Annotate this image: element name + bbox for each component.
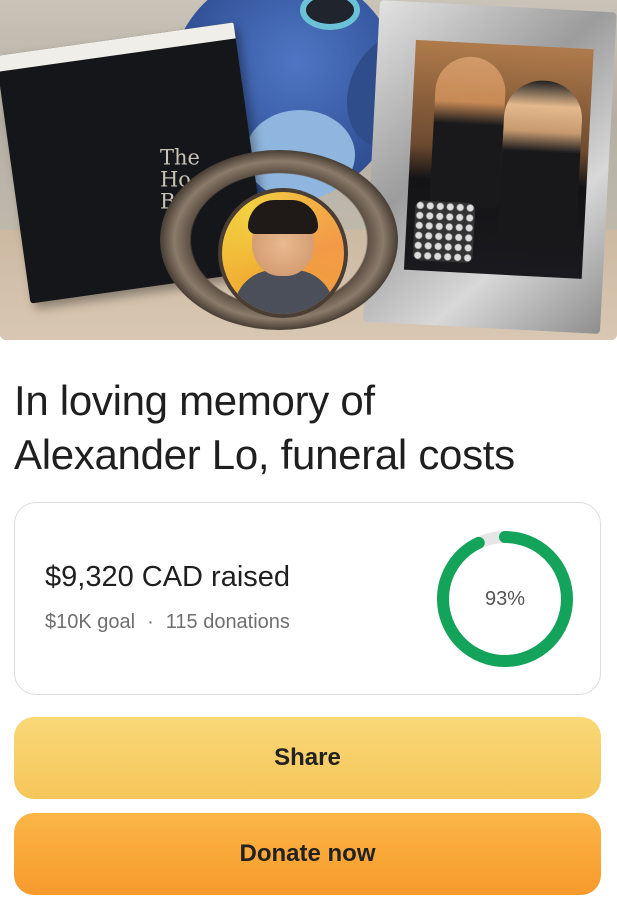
- photo-frame-graduation: [363, 0, 617, 334]
- hero-image: TheHoBi: [0, 0, 617, 340]
- title-line-1: In loving memory of: [14, 377, 375, 424]
- portrait-shirt: [234, 270, 334, 314]
- photo-person-woman: [429, 55, 508, 209]
- plush-eye: [300, 0, 360, 30]
- progress-details: $10K goal · 115 donations: [45, 611, 290, 634]
- graduation-photo: [403, 39, 594, 279]
- separator-dot: ·: [147, 611, 154, 633]
- progress-card: $9,320 CAD raised $10K goal · 115 donation…: [14, 502, 601, 695]
- share-button[interactable]: Share: [14, 717, 601, 799]
- donate-now-button[interactable]: Donate now: [14, 813, 601, 895]
- title-line-2: Alexander Lo, funeral costs: [14, 431, 515, 478]
- photo-person-graduate: [497, 78, 584, 253]
- portrait-hair: [248, 200, 318, 234]
- amount-raised: $9,320 CAD raised: [45, 561, 291, 593]
- goal-text: $10K goal: [45, 611, 136, 633]
- progress-percent: 93%: [484, 587, 526, 610]
- photo-decoration: [412, 200, 476, 264]
- fundraiser-title: In loving memory of Alexander Lo, funera…: [14, 374, 604, 482]
- portrait-photo: [218, 188, 348, 318]
- donations-count: 115 donations: [165, 611, 290, 633]
